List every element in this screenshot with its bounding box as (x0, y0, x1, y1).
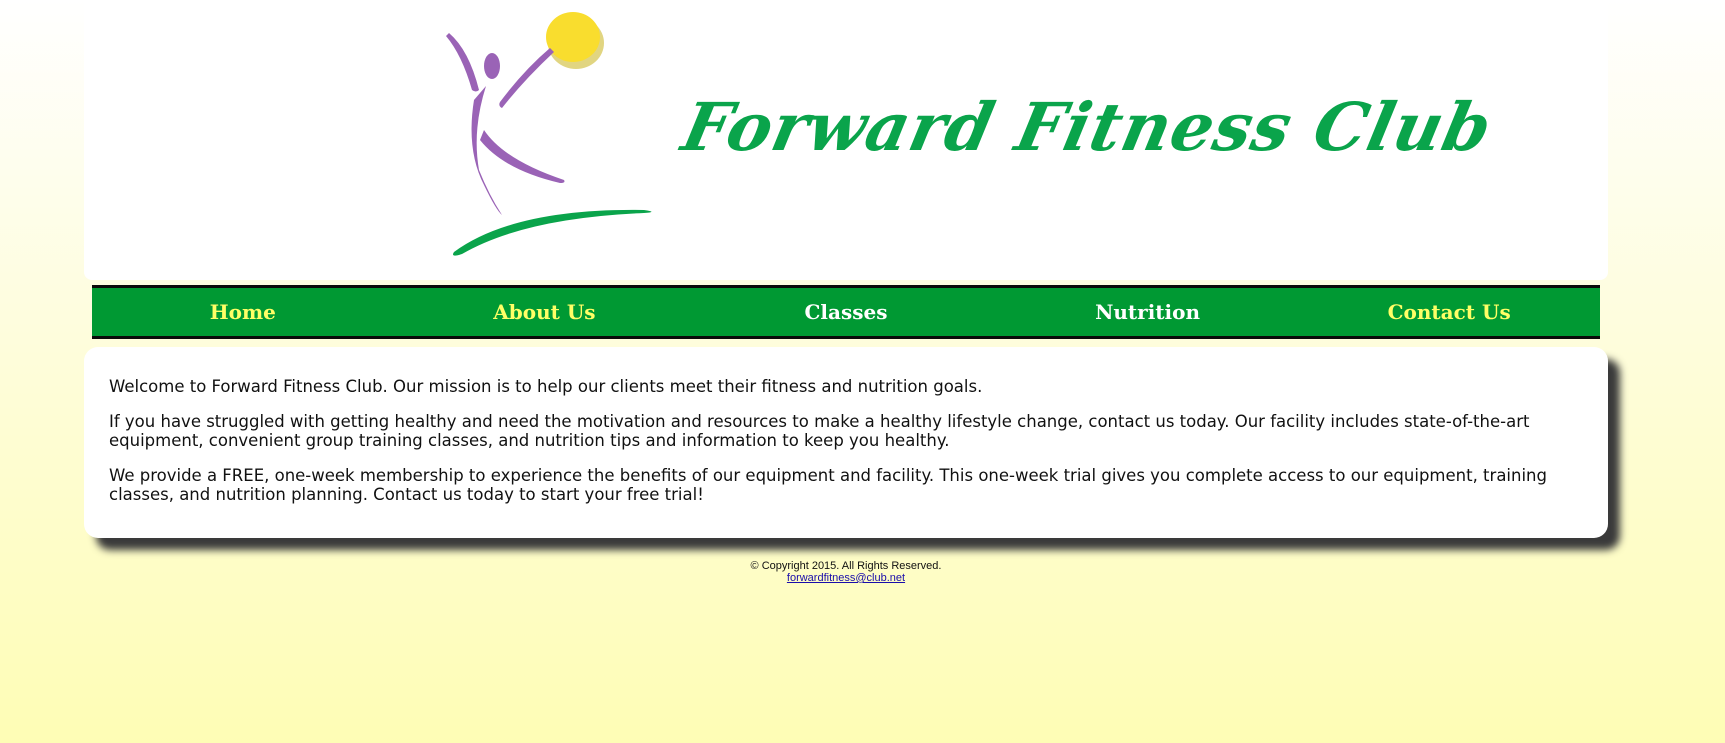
nav-classes-link[interactable]: Classes (695, 288, 997, 336)
site-footer: © Copyright 2015. All Rights Reserved. f… (0, 560, 1692, 584)
figure-head (484, 53, 500, 79)
figure-leg (480, 130, 565, 183)
email-link[interactable]: forwardfitness@club.net (787, 572, 905, 584)
site-header: Forward Fitness Club (84, 0, 1608, 280)
fitness-figure-logo (446, 12, 652, 256)
welcome-paragraph: Welcome to Forward Fitness Club. Our mis… (109, 377, 983, 396)
main-navigation: Home About Us Classes Nutrition Contact … (92, 285, 1600, 339)
nav-home-link[interactable]: Home (92, 288, 394, 336)
green-swoosh (453, 209, 652, 256)
figure-arm-right (499, 48, 554, 108)
trial-paragraph: We provide a FREE, one-week membership t… (109, 466, 1547, 504)
copyright-text: © Copyright 2015. All Rights Reserved. (750, 560, 942, 572)
nav-about-link[interactable]: About Us (394, 288, 696, 336)
nav-nutrition-link[interactable]: Nutrition (997, 288, 1299, 336)
nav-contact-link[interactable]: Contact Us (1298, 288, 1600, 336)
facility-paragraph: If you have struggled with getting healt… (109, 412, 1530, 450)
main-content: Welcome to Forward Fitness Club. Our mis… (84, 347, 1608, 538)
figure-arm-left (446, 33, 479, 92)
site-title: Forward Fitness Club (675, 88, 1500, 166)
sun-shape (546, 12, 600, 62)
